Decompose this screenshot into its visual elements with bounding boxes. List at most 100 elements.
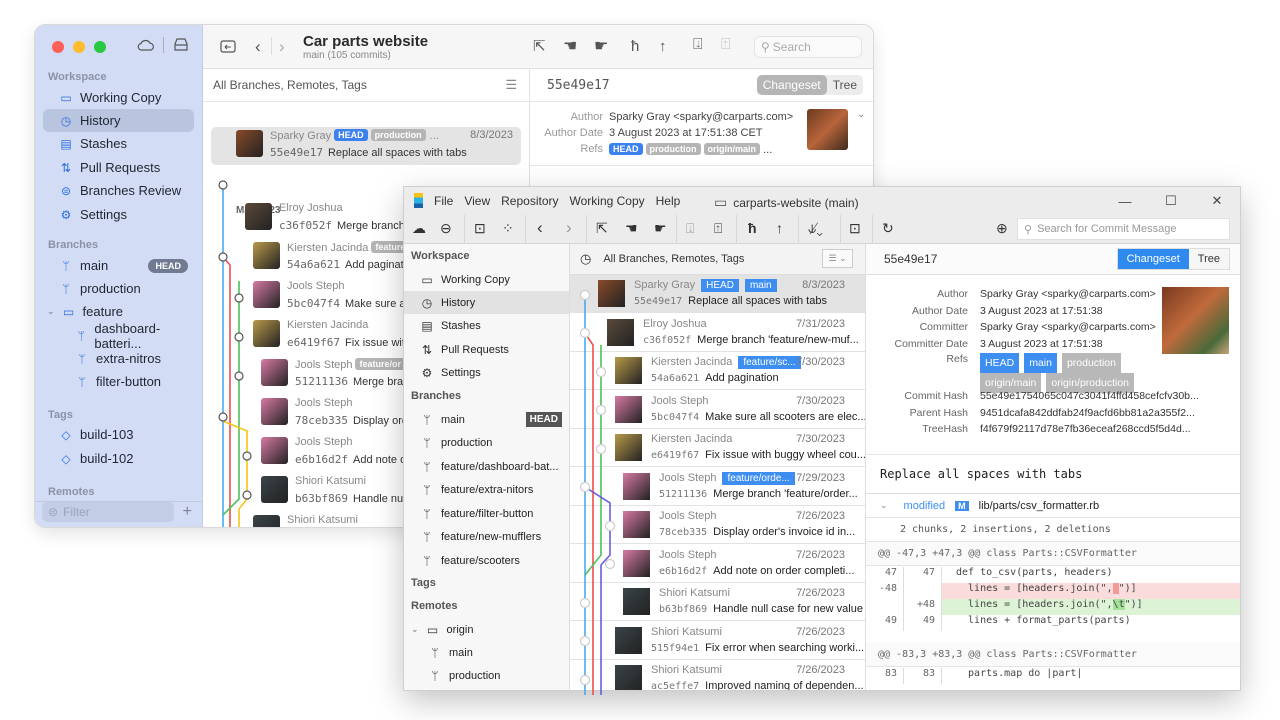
stash-icon[interactable]: ⍗ (686, 221, 694, 235)
cloud-icon[interactable]: ☁ (412, 221, 426, 235)
chevron-down-icon[interactable]: ⌄ (880, 500, 888, 511)
sidebar-item-stashes[interactable]: ▤ Stashes (404, 314, 569, 337)
branch-item[interactable]: ᛘ feature/scooters (404, 549, 569, 572)
remote-origin[interactable]: ⌄ ▭ origin (404, 618, 569, 641)
branch-item[interactable]: ᛘ production (404, 432, 569, 455)
unstash-icon[interactable]: ⍐ (721, 37, 731, 53)
forward-icon[interactable]: › (566, 219, 572, 236)
commit-up-icon[interactable]: ↑ (659, 39, 667, 54)
sidebar-item-stashes[interactable]: ▤ Stashes (43, 132, 194, 155)
tab-tree[interactable]: Tree (1188, 249, 1229, 269)
push-icon[interactable]: ☛ (654, 221, 667, 235)
sidebar-item-history[interactable]: ◷ History (404, 291, 569, 314)
branch-out-icon[interactable]: ħ (631, 39, 639, 54)
ref-tag[interactable]: ... (430, 130, 439, 142)
menu-view[interactable]: View (464, 194, 490, 208)
branch-main[interactable]: ᛘ main HEAD (43, 254, 194, 277)
sidebar-item-pull-requests[interactable]: ⇅ Pull Requests (43, 156, 194, 179)
filter-settings-icon[interactable]: ☰ (505, 77, 517, 93)
close-button[interactable]: ✕ (1194, 187, 1240, 215)
ref-tag[interactable]: feature/or (355, 358, 405, 370)
search-input[interactable]: ⚲ Search (754, 36, 862, 58)
close-button[interactable] (52, 41, 64, 53)
ref-tag[interactable]: production (370, 129, 426, 141)
commit-row[interactable]: Sparky Gray HEAD production... 8/3/2023 55e4… (211, 127, 521, 165)
sidebar-item-history[interactable]: ◷ History (43, 109, 194, 132)
sidebar-item-pull-requests[interactable]: ⇅ Pull Requests (404, 338, 569, 361)
branch-item[interactable]: ᛘ feature/filter-button (404, 502, 569, 525)
ref-tag[interactable]: main (744, 279, 777, 292)
refresh-icon[interactable]: ↻ (882, 221, 894, 235)
commit-up-icon[interactable]: ↑ (776, 221, 783, 235)
forward-icon[interactable]: › (279, 38, 285, 55)
cloud-icon[interactable] (137, 39, 155, 51)
commit-search-input[interactable]: ⚲ Search for Commit Message (1017, 218, 1230, 240)
ref-tag[interactable]: HEAD (334, 129, 368, 141)
field-value[interactable]: 55e49e1754065c047c3041f4ffd458cefcfv30b.… (980, 390, 1199, 402)
repo-indicator[interactable]: ▭ carparts-website (main) (714, 194, 859, 211)
branch-feature-extra-nitros[interactable]: ᛘ extra-nitros (43, 347, 194, 370)
ref-tag[interactable]: production (645, 143, 701, 155)
back-icon[interactable]: ‹ (255, 38, 261, 55)
pull-icon[interactable]: ☚ (563, 39, 577, 55)
menu-help[interactable]: Help (656, 194, 681, 208)
ref-tag[interactable]: HEAD (980, 353, 1020, 373)
switch-repo-icon[interactable] (220, 39, 236, 53)
sidebar-item-branches-review[interactable]: ⊜ Branches Review (43, 179, 194, 202)
drive-icon[interactable]: ⊖ (440, 221, 452, 235)
filter-input[interactable]: ⊜ Filter (42, 502, 174, 522)
branch-item[interactable]: ᛘ feature/new-mufflers (404, 526, 569, 549)
menu-file[interactable]: File (434, 194, 453, 208)
tag-build-103[interactable]: ◇ build-103 (43, 423, 194, 446)
stash-icon[interactable]: ⍗ (693, 37, 703, 53)
chevron-down-icon[interactable]: ⌄ (411, 624, 419, 635)
branch-feature-dashboard[interactable]: ᛘ dashboard-batteri... (43, 321, 194, 351)
tab-changeset[interactable]: Changeset (1117, 249, 1189, 269)
push-icon[interactable]: ☛ (594, 39, 608, 55)
pull-icon[interactable]: ☚ (625, 221, 638, 235)
branch-feature-filter-button[interactable]: ᛘ filter-button (43, 370, 194, 393)
unstash-icon[interactable]: ⍐ (714, 221, 722, 235)
drive-icon[interactable] (172, 38, 190, 52)
ref-tag[interactable]: feature/orde... (722, 471, 795, 485)
branch-out-icon[interactable]: ħ (748, 221, 757, 235)
sidebar-item-working-copy[interactable]: ▭ Working Copy (43, 86, 194, 109)
tab-changeset[interactable]: Changeset (756, 75, 827, 95)
back-icon[interactable]: ‹ (537, 219, 543, 236)
maximize-button[interactable]: ☐ (1148, 187, 1194, 215)
tab-tree[interactable]: Tree (827, 75, 863, 95)
branch-item[interactable]: ᛘ main HEAD (404, 408, 569, 431)
share-icon[interactable]: ⇱ (596, 221, 608, 235)
file-header[interactable]: ⌄ modified M lib/parts/csv_formatter.rb (866, 494, 1240, 518)
download-icon[interactable]: ⊕ (996, 221, 1008, 235)
switch-repo-icon[interactable]: ⊡ (474, 221, 486, 235)
sidebar-item-working-copy[interactable]: ▭ Working Copy (404, 268, 569, 291)
view-options-dropdown[interactable]: ☰ ⌄ (822, 249, 853, 268)
merge-tools-icon[interactable]: ⫝̸⌄ (808, 221, 823, 235)
branch-item[interactable]: ᛘ feature/extra-nitors (404, 479, 569, 502)
remote-branch-production[interactable]: ᛘ production (404, 664, 569, 687)
expand-chevron-icon[interactable]: ⌄ (857, 109, 865, 120)
ref-tag[interactable]: HEAD (701, 279, 739, 292)
terminal-icon[interactable]: ⊡ (849, 221, 861, 235)
menu-working-copy[interactable]: Working Copy (570, 194, 645, 208)
ref-tag[interactable]: HEAD (609, 143, 643, 155)
sidebar-item-settings[interactable]: ⚙ Settings (43, 203, 194, 226)
chevron-down-icon[interactable]: ⌄ (47, 306, 55, 317)
sparkle-icon[interactable]: ⁘ (502, 221, 514, 235)
remote-branch-main[interactable]: ᛘ main (404, 641, 569, 664)
tag-build-102[interactable]: ◇ build-102 (43, 447, 194, 470)
ref-tag[interactable]: feature/sc... (738, 356, 801, 369)
ref-tag[interactable]: origin/main (703, 143, 761, 155)
branch-production[interactable]: ᛘ production (43, 277, 194, 300)
ref-tag[interactable]: production (1061, 353, 1121, 373)
minimize-button[interactable] (73, 41, 85, 53)
share-icon[interactable]: ⇱ (533, 39, 546, 54)
field-value[interactable]: 9451dcafa842ddfab24f9acfd6bb81a2a355f2..… (980, 407, 1195, 419)
minimize-button[interactable]: — (1102, 187, 1148, 215)
sidebar-item-settings[interactable]: ⚙ Settings (404, 361, 569, 384)
zoom-button[interactable] (94, 41, 106, 53)
menu-repository[interactable]: Repository (501, 194, 558, 208)
ref-tag[interactable]: main (1024, 353, 1057, 373)
branch-item[interactable]: ᛘ feature/dashboard-bat... (404, 455, 569, 478)
